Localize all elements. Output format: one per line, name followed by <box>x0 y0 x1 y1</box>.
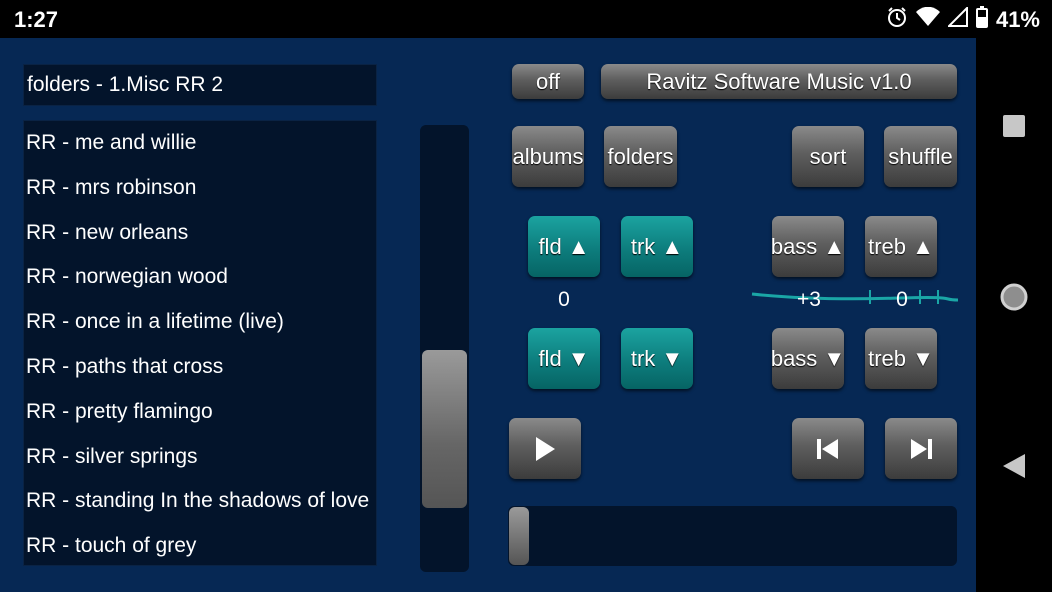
track-list-item[interactable]: RR - mrs robinson <box>24 166 376 211</box>
status-bar: 1:27 41% <box>0 0 1052 38</box>
battery-percent: 41% <box>995 7 1040 32</box>
skip-next-icon <box>911 438 932 459</box>
folder-up-button[interactable]: fld ▲ <box>528 216 600 277</box>
track-list-item[interactable]: RR - me and willie <box>24 121 376 166</box>
eq-indicator-line <box>751 290 959 304</box>
folder-down-button[interactable]: fld ▼ <box>528 328 600 389</box>
signal-icon <box>946 5 968 33</box>
track-list-item[interactable]: RR - standing In the shadows of love <box>24 479 376 524</box>
app-title-button[interactable]: Ravitz Software Music v1.0 <box>601 64 957 99</box>
track-list-item[interactable]: RR - new orleans <box>24 211 376 256</box>
track-list[interactable]: RR - me and willie RR - mrs robinson RR - … <box>23 120 377 566</box>
shuffle-button[interactable]: shuffle <box>884 126 957 187</box>
albums-button[interactable]: albums <box>512 126 584 187</box>
back-button[interactable] <box>976 452 1052 480</box>
next-button[interactable] <box>885 418 957 479</box>
bass-down-button[interactable]: bass ▼ <box>771 328 845 389</box>
wifi-icon <box>915 6 940 33</box>
alarm-icon <box>886 6 908 34</box>
sort-button[interactable]: sort <box>792 126 864 187</box>
folder-track-value: 0 <box>558 288 570 311</box>
track-list-item[interactable]: RR - norwegian wood <box>24 255 376 300</box>
battery-icon <box>975 6 988 34</box>
back-triangle-icon <box>1003 454 1025 478</box>
track-up-button[interactable]: trk ▲ <box>621 216 693 277</box>
recents-button[interactable] <box>976 114 1052 138</box>
list-scrollbar[interactable] <box>420 125 469 572</box>
scrollbar-thumb[interactable] <box>422 350 467 508</box>
track-list-item[interactable]: RR - once in a lifetime (live) <box>24 300 376 345</box>
treble-up-button[interactable]: treb ▲ <box>865 216 937 277</box>
treble-down-button[interactable]: treb ▼ <box>865 328 937 389</box>
playback-progress-bar[interactable] <box>508 506 957 566</box>
track-list-item[interactable]: RR - silver springs <box>24 435 376 480</box>
music-app: folders - 1.Misc RR 2 RR - me and willie… <box>0 38 976 592</box>
progress-thumb[interactable] <box>509 507 529 565</box>
skip-previous-icon <box>817 438 838 459</box>
circle-icon <box>1000 283 1028 311</box>
folders-button[interactable]: folders <box>604 126 677 187</box>
status-time: 1:27 <box>14 7 59 32</box>
track-down-button[interactable]: trk ▼ <box>621 328 693 389</box>
track-list-item[interactable]: RR - touch of grey <box>24 524 376 565</box>
bass-up-button[interactable]: bass ▲ <box>771 216 845 277</box>
folder-title: folders - 1.Misc RR 2 <box>23 64 377 106</box>
navigation-bar <box>976 38 1052 592</box>
status-icons: 41% <box>886 5 1040 34</box>
off-button[interactable]: off <box>512 64 584 99</box>
previous-button[interactable] <box>792 418 864 479</box>
track-list-item[interactable]: RR - paths that cross <box>24 345 376 390</box>
square-icon <box>1003 115 1025 137</box>
treble-value: 0 <box>896 288 908 311</box>
home-button[interactable] <box>976 282 1052 312</box>
play-button[interactable] <box>509 418 581 479</box>
play-icon <box>536 436 555 461</box>
track-list-item[interactable]: RR - pretty flamingo <box>24 390 376 435</box>
bass-value: +3 <box>797 288 821 311</box>
